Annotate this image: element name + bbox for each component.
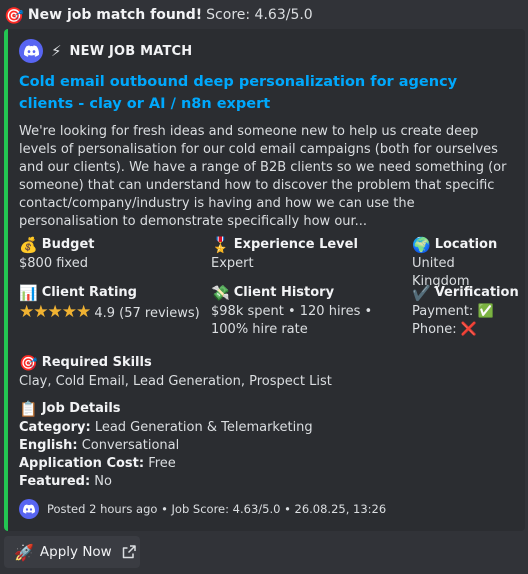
field-experience-name: Experience Level: [233, 237, 358, 252]
english-value: Conversational: [81, 438, 180, 453]
field-experience: 🎖️ Experience Level Expert: [211, 235, 358, 273]
money-wings-icon: 💸: [211, 284, 230, 302]
english-label: English:: [19, 438, 78, 453]
clipboard-icon: 📋: [19, 400, 38, 418]
application-cost-value: Free: [148, 456, 176, 471]
job-embed: ⚡ NEW JOB MATCH Cold email outbound deep…: [4, 29, 525, 531]
field-budget-value: $800 fixed: [19, 256, 88, 271]
payment-label: Payment:: [412, 304, 474, 319]
field-client-rating-value: 4.9 (57 reviews): [94, 306, 200, 321]
field-job-details-name: Job Details: [41, 401, 121, 416]
embed-author: ⚡ NEW JOB MATCH: [19, 39, 513, 63]
apply-now-button[interactable]: 🚀 Apply Now: [4, 536, 140, 568]
phone-label: Phone:: [412, 322, 457, 337]
field-budget-name: Budget: [41, 237, 95, 252]
field-experience-value: Expert: [211, 256, 254, 271]
field-client-rating: 📊 Client Rating ★★★★★ 4.9 (57 reviews): [19, 283, 200, 323]
rating-stars-icon: ★★★★★: [19, 302, 91, 322]
message-header: 🎯 New job match found! Score: 4.63/5.0: [4, 3, 313, 27]
discord-logo-icon: [19, 499, 39, 519]
message-score: Score: 4.63/5.0: [206, 7, 313, 23]
target-icon: 🎯: [19, 354, 38, 372]
field-client-history-value: $98k spent • 120 hires • 100% hire rate: [211, 304, 373, 337]
globe-icon: 🌍: [412, 236, 431, 254]
embed-footer: Posted 2 hours ago • Job Score: 4.63/5.0…: [19, 499, 513, 519]
field-verification-name: Verification: [434, 285, 519, 300]
embed-author-name: NEW JOB MATCH: [69, 43, 193, 59]
field-budget: 💰 Budget $800 fixed: [19, 235, 95, 273]
field-client-history: 💸 Client History $98k spent • 120 hires •…: [211, 283, 401, 339]
field-required-skills-value: Clay, Cold Email, Lead Generation, Prosp…: [19, 374, 332, 389]
phone-unverified-icon: ❌: [460, 322, 477, 337]
field-client-history-name: Client History: [233, 285, 335, 300]
featured-label: Featured:: [19, 474, 91, 489]
fields-row-1: 💰 Budget $800 fixed 🎖️ Experience Level Ex…: [19, 235, 513, 289]
external-link-icon: [122, 545, 136, 559]
message-title: New job match found!: [27, 7, 203, 23]
check-mark-icon: ✔️: [412, 284, 431, 302]
payment-verified-icon: ✅: [477, 304, 494, 319]
discord-logo-icon: [19, 39, 43, 63]
application-cost-label: Application Cost:: [19, 456, 145, 471]
target-emoji-icon: 🎯: [4, 5, 24, 25]
field-verification: ✔️ Verification Payment: ✅ Phone: ❌: [412, 283, 519, 339]
job-description: We're looking for fresh ideas and someon…: [19, 124, 507, 229]
job-title-link[interactable]: Cold email outbound deep personalization…: [19, 71, 509, 115]
field-job-details: 📋 Job Details Category: Lead Generation &…: [19, 399, 513, 491]
featured-value: No: [94, 474, 112, 489]
category-value: Lead Generation & Telemarketing: [94, 420, 313, 435]
discord-logo-icon-svg: [23, 45, 39, 57]
medal-icon: 🎖️: [211, 236, 230, 254]
lightning-icon: ⚡: [51, 42, 62, 60]
money-bag-icon: 💰: [19, 236, 38, 254]
field-required-skills-name: Required Skills: [41, 355, 152, 370]
bar-chart-icon: 📊: [19, 284, 38, 302]
field-required-skills: 🎯 Required Skills Clay, Cold Email, Lead …: [19, 353, 513, 391]
field-location-name: Location: [434, 237, 498, 252]
discord-logo-icon-svg: [23, 504, 35, 514]
fields-row-2: 📊 Client Rating ★★★★★ 4.9 (57 reviews) 💸 C…: [19, 283, 519, 349]
rocket-icon: 🚀: [14, 542, 34, 562]
footer-text: Posted 2 hours ago • Job Score: 4.63/5.0…: [47, 502, 387, 516]
category-label: Category:: [19, 420, 91, 435]
apply-now-label: Apply Now: [39, 544, 112, 560]
field-client-rating-name: Client Rating: [41, 285, 137, 300]
